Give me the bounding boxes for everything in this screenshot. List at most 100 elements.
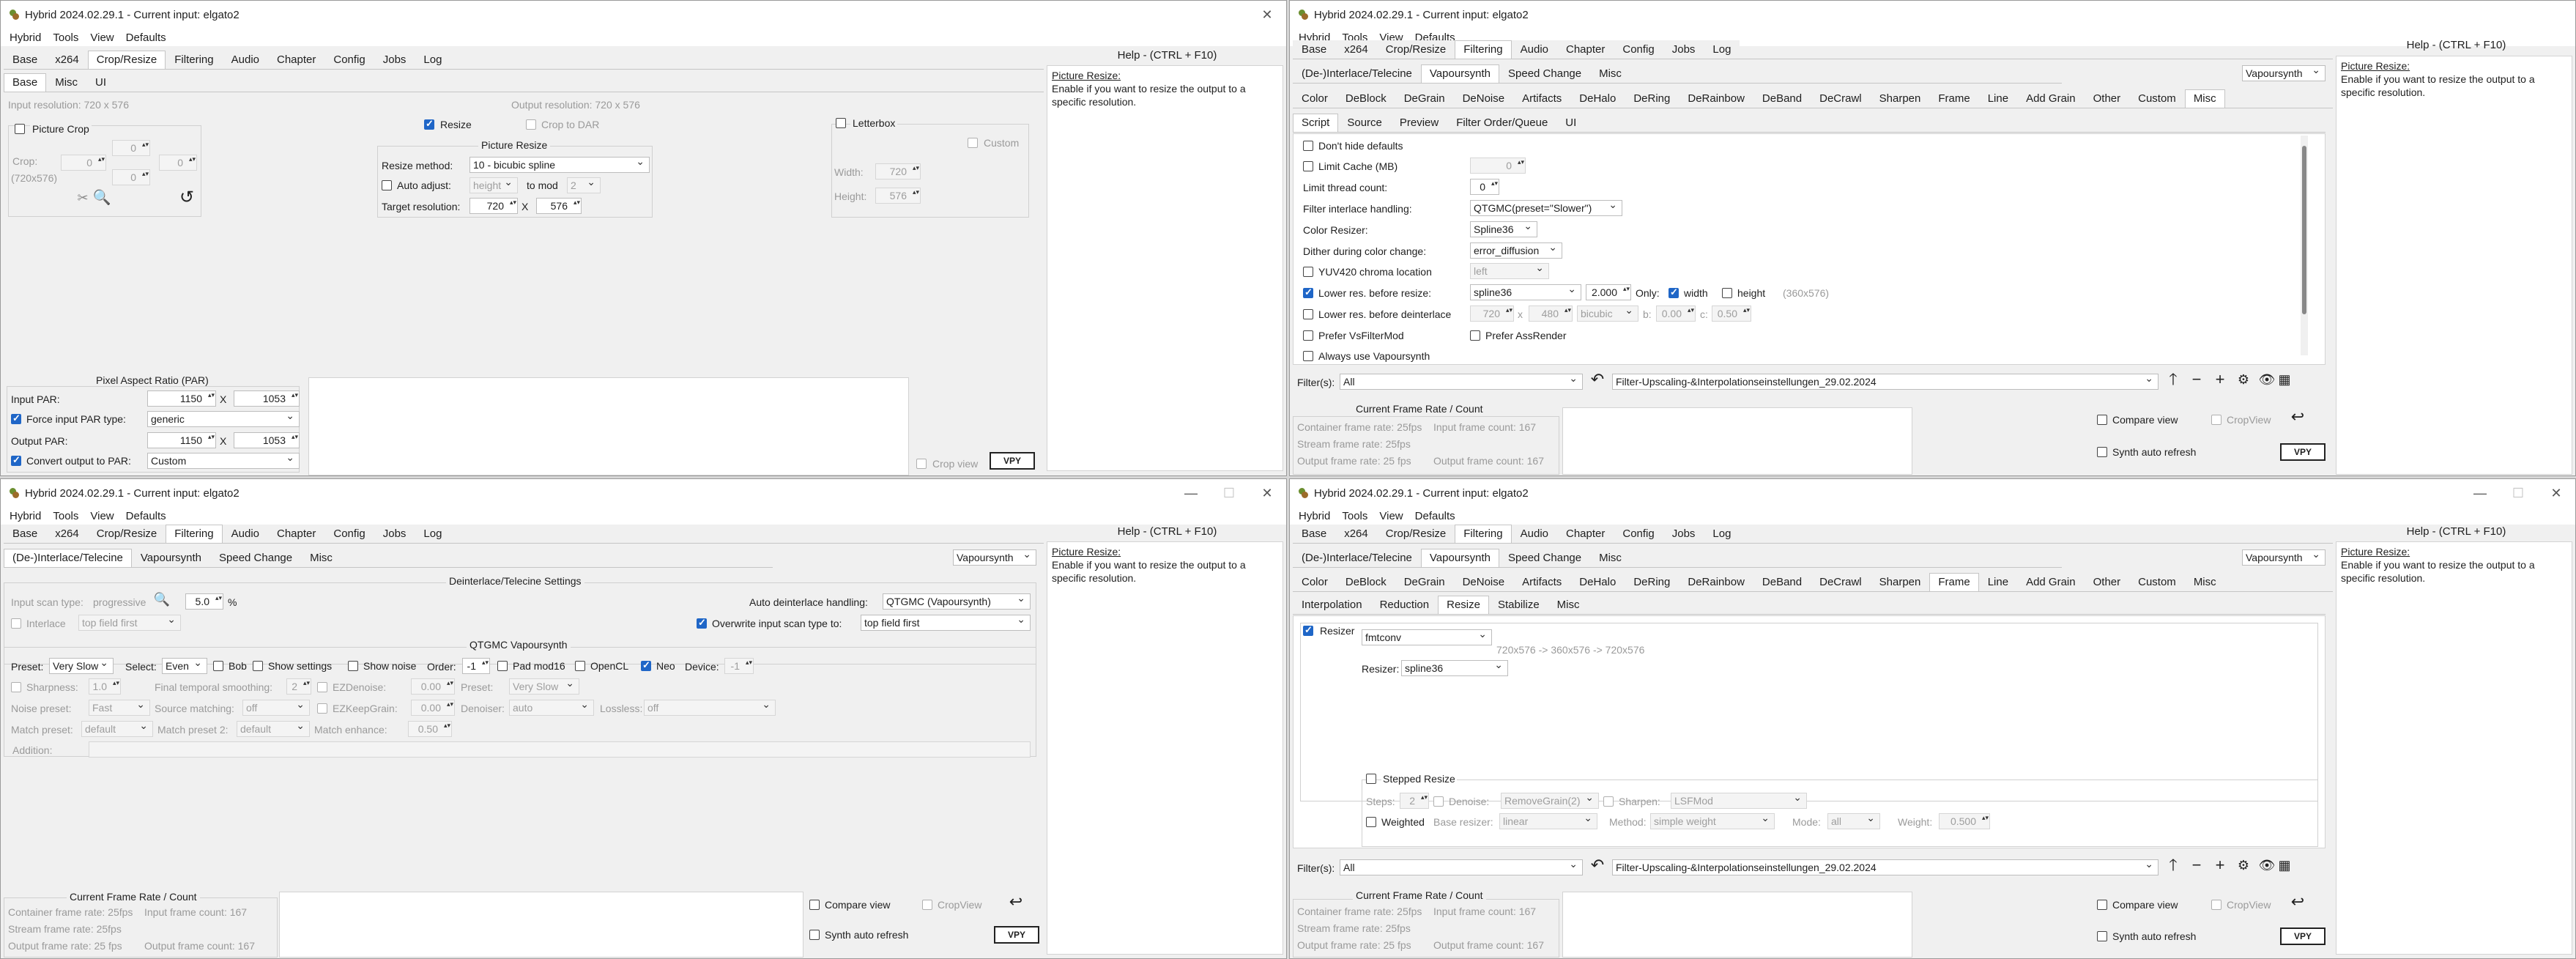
maximize-icon[interactable]: ☐ [2499,486,2537,501]
tab-other[interactable]: Other [2084,573,2130,591]
tab-sharpen[interactable]: Sharpen [1870,573,1930,591]
tab-jobs[interactable]: Jobs [1663,40,1704,59]
tab-audio[interactable]: Audio [1511,40,1557,59]
tab-log[interactable]: Log [415,51,451,69]
tab-filtering[interactable]: Filtering [166,51,223,69]
tab-denoise[interactable]: DeNoise [1453,89,1514,108]
settings-icon[interactable]: ⚙ [2233,371,2254,392]
tab-deband[interactable]: DeBand [1753,89,1811,108]
tab-source[interactable]: Source [1338,114,1391,132]
tab-artifacts[interactable]: Artifacts [1513,573,1571,591]
tab-decrawl[interactable]: DeCrawl [1811,89,1871,108]
tab-jobs[interactable]: Jobs [1663,525,1704,543]
weight-spin[interactable]: 0.500 [1939,813,1990,829]
tab-color[interactable]: Color [1293,573,1337,591]
ezkeepgrain-checkbox[interactable] [317,703,327,714]
tab-dering[interactable]: DeRing [1625,573,1679,591]
minus-icon[interactable]: − [2186,371,2207,392]
letterbox-custom-checkbox[interactable] [968,138,978,148]
vpy-icon[interactable]: VPY [990,452,1035,470]
plus-icon[interactable]: + [2210,371,2230,392]
denoise-checkbox[interactable] [1433,796,1444,807]
tab-x264[interactable]: x264 [46,525,88,543]
picture-crop-checkbox[interactable] [15,124,25,134]
tab-speed-change[interactable]: Speed Change [1499,64,1591,83]
close-icon[interactable]: ✕ [1248,7,1286,23]
menu-view[interactable]: View [84,32,119,44]
tab-resize[interactable]: Resize [1438,596,1489,614]
tab-deinterlace[interactable]: (De-)Interlace/Telecine [1293,549,1421,567]
menu-tools[interactable]: Tools [47,510,84,522]
tab-jobs[interactable]: Jobs [374,51,415,69]
resize-method-combo[interactable]: 10 - bicubic spline [469,157,650,173]
tab-denoise[interactable]: DeNoise [1453,573,1514,591]
detect-scan-icon[interactable]: 🔍 [152,591,172,612]
yuv420-combo[interactable]: left [1470,263,1549,279]
menu-defaults[interactable]: Defaults [120,510,172,522]
preset2-combo[interactable]: Very Slow [509,678,579,695]
auto-deint-combo[interactable]: QTGMC (Vapoursynth) [883,593,1031,610]
tab-interpolation[interactable]: Interpolation [1293,596,1371,614]
output-par-num-spin[interactable]: 1150 [147,432,216,448]
opencl-checkbox[interactable] [575,661,585,671]
sharpness-spin[interactable]: 1.0 [89,678,121,695]
cropview-checkbox[interactable] [922,900,932,910]
tab-audio[interactable]: Audio [222,525,268,543]
lower-deint-kernel-combo[interactable]: bicubic [1577,306,1638,322]
settings-icon[interactable]: ⚙ [2233,857,2254,878]
noise-preset-combo[interactable]: Fast [89,700,150,716]
denoiser-combo[interactable]: auto [509,700,594,716]
close-icon[interactable]: ✕ [1248,486,1286,501]
tab-crop-ui[interactable]: UI [86,73,116,92]
tab-other[interactable]: Other [2084,89,2130,108]
compare-view-checkbox[interactable] [2097,900,2107,910]
tab-base[interactable]: Base [1293,40,1336,59]
refresh-icon[interactable]: ↩ [2287,409,2308,429]
interlace-checkbox[interactable] [11,618,21,629]
preset-combo[interactable]: Very Slow [49,658,114,674]
lower-deint-width-spin[interactable]: 720 [1470,306,1514,322]
lower-resize-checkbox[interactable] [1303,286,1313,298]
tab-deblock[interactable]: DeBlock [1336,573,1395,591]
mod-combo[interactable]: 2 [567,177,601,193]
tab-base[interactable]: Base [4,525,47,543]
tab-vs-misc[interactable]: Misc [2184,89,2225,108]
tab-log[interactable]: Log [415,525,451,543]
undo-icon[interactable]: ↶ [1587,857,1608,878]
pad-mod16-checkbox[interactable] [497,661,508,671]
tab-chapter[interactable]: Chapter [268,525,325,543]
tab-derainbow[interactable]: DeRainbow [1679,573,1753,591]
refresh-icon[interactable]: ↩ [2287,894,2308,914]
tab-reduction[interactable]: Reduction [1370,596,1439,614]
tab-filter-misc[interactable]: Misc [1590,549,1630,567]
resizer-checkbox[interactable] [1303,624,1313,636]
crop-left-spin[interactable]: 0 [61,155,106,171]
resizer-combo[interactable]: spline36 [1401,660,1508,676]
tab-speed-change[interactable]: Speed Change [1499,549,1591,567]
yuv420-checkbox[interactable] [1303,267,1313,277]
menu-tools[interactable]: Tools [47,32,84,44]
synth-refresh-checkbox[interactable] [2097,447,2107,457]
show-noise-checkbox[interactable] [348,661,358,671]
tab-deband[interactable]: DeBand [1753,573,1811,591]
minimize-icon[interactable]: — [2461,486,2499,501]
menu-hybrid[interactable]: Hybrid [4,32,47,44]
resize-checkbox[interactable] [424,118,434,130]
menu-view[interactable]: View [1373,510,1408,522]
tab-filter-misc[interactable]: Misc [301,549,341,567]
interlace-field-combo[interactable]: top field first [78,615,181,631]
ezdenoise-spin[interactable]: 0.00 [411,678,455,695]
limit-cache-spin[interactable]: 0 [1470,158,1526,174]
tab-dehalo[interactable]: DeHalo [1570,89,1625,108]
tab-add-grain[interactable]: Add Grain [2017,573,2085,591]
reset-icon[interactable]: ↺ [177,189,197,210]
tab-x264[interactable]: x264 [46,51,88,69]
auto-adjust-checkbox[interactable] [382,180,392,190]
base-resizer-combo[interactable]: linear [1499,813,1597,829]
tab-derainbow[interactable]: DeRainbow [1679,89,1753,108]
tab-dering[interactable]: DeRing [1625,89,1679,108]
filter-preset-combo[interactable]: Filter-Upscaling-&Interpolationseinstell… [1612,859,2159,875]
tab-preview[interactable]: Preview [1390,114,1448,132]
crop-to-dar-checkbox[interactable] [526,119,536,130]
input-par-den-spin[interactable]: 1053 [234,390,300,407]
